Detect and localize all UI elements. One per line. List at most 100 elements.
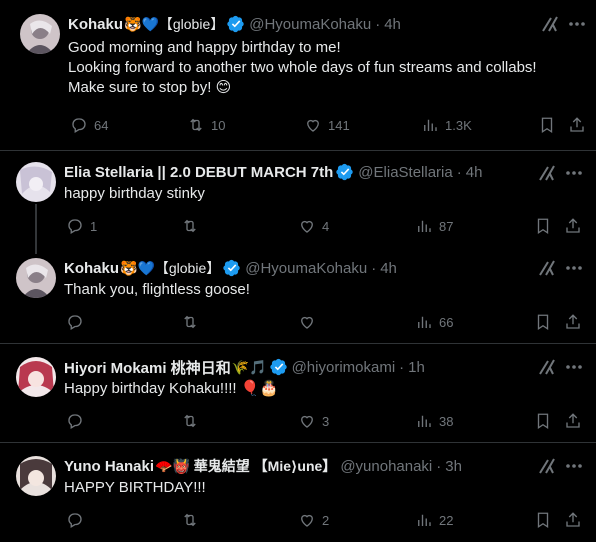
main-post[interactable]: Kohaku 🐯💙【globie】 @HyoumaKohaku · 4h Goo… [0, 0, 596, 150]
share-button[interactable] [564, 216, 582, 236]
reply-count: 64 [94, 117, 109, 133]
views-button[interactable]: 38 [415, 411, 453, 431]
reply-icon [68, 513, 82, 528]
repost-count: 10 [211, 117, 226, 133]
reply-button[interactable] [66, 510, 90, 530]
reply-post[interactable]: Yuno Hanaki 🪭👹 華鬼結望 【Mie⟩une】 @yunohanak… [0, 443, 596, 542]
views-button[interactable]: 1.3K [421, 115, 472, 135]
repost-button[interactable] [181, 312, 205, 332]
author-name[interactable]: Elia Stellaria || 2.0 DEBUT MARCH 7th [64, 164, 333, 181]
reply-button[interactable]: 1 [66, 216, 97, 236]
views-button[interactable]: 87 [415, 216, 453, 236]
repost-button[interactable] [181, 216, 205, 236]
timestamp[interactable]: 3h [445, 458, 462, 475]
share-button[interactable] [564, 312, 582, 332]
thread-connector [35, 204, 37, 254]
author-name[interactable]: Yuno Hanaki [64, 458, 154, 475]
like-button[interactable]: 2 [298, 510, 329, 530]
author-handle[interactable]: @yunohanaki [340, 458, 432, 475]
bookmark-icon [541, 117, 553, 134]
author-handle[interactable]: @EliaStellaria [358, 164, 452, 181]
reply-button[interactable] [66, 312, 90, 332]
repost-button[interactable]: 10 [187, 115, 225, 135]
more-icon[interactable] [564, 258, 584, 278]
separator-dot: · [375, 15, 381, 33]
repost-icon [184, 219, 196, 233]
reply-post[interactable]: Hiyori Mokami 桃神日和 🌾🎵 @hiyorimokami · 1h… [0, 344, 596, 442]
more-icon[interactable] [567, 14, 587, 34]
post-text: happy birthday stinky [64, 185, 205, 202]
bookmark-button[interactable] [534, 510, 552, 530]
bookmark-button[interactable] [534, 216, 552, 236]
avatar[interactable] [20, 14, 60, 54]
like-count: 4 [322, 218, 330, 234]
timestamp[interactable]: 4h [380, 260, 397, 277]
author-name[interactable]: Kohaku [64, 260, 119, 277]
verified-badge-icon [227, 15, 244, 33]
grok-icon[interactable] [537, 357, 557, 377]
separator-dot: · [399, 358, 405, 376]
grok-icon[interactable] [540, 14, 560, 34]
like-icon [301, 514, 313, 527]
post-text: Thank you, flightless goose! [64, 281, 250, 298]
more-icon[interactable] [564, 163, 584, 183]
timestamp[interactable]: 4h [466, 164, 483, 181]
avatar[interactable] [16, 162, 56, 202]
timestamp[interactable]: 4h [384, 16, 401, 33]
share-button[interactable] [564, 510, 582, 530]
reply-count: 1 [90, 218, 98, 234]
avatar[interactable] [16, 258, 56, 298]
like-count: 141 [328, 117, 350, 133]
views-count: 22 [439, 512, 454, 528]
views-count: 66 [439, 314, 454, 330]
author-name[interactable]: Kohaku [68, 16, 123, 33]
bookmark-button[interactable] [534, 411, 552, 431]
author-name[interactable]: Hiyori Mokami 桃神日和 [64, 357, 231, 378]
timestamp[interactable]: 1h [408, 359, 425, 376]
share-button[interactable] [564, 411, 582, 431]
views-icon [418, 514, 431, 526]
more-icon[interactable] [564, 357, 584, 377]
like-icon [301, 415, 313, 428]
grok-icon[interactable] [537, 258, 557, 278]
reply-button[interactable] [66, 411, 90, 431]
grok-icon[interactable] [537, 456, 557, 476]
author-handle[interactable]: @hiyorimokami [292, 359, 396, 376]
avatar[interactable] [16, 456, 56, 496]
bookmark-button[interactable] [538, 115, 556, 135]
bookmark-icon [537, 218, 549, 235]
reply-icon [68, 414, 82, 429]
bookmark-icon [537, 413, 549, 430]
bookmark-button[interactable] [534, 312, 552, 332]
views-icon [418, 220, 431, 232]
post-text: Happy birthday Kohaku!!!! 🎈🎂 [64, 380, 279, 397]
like-icon [307, 119, 319, 132]
reply-post[interactable]: Kohaku 🐯💙【globie】 @HyoumaKohaku · 4h Tha… [0, 248, 596, 342]
separator-dot: · [371, 259, 377, 277]
reply-icon [68, 219, 82, 234]
views-button[interactable]: 22 [415, 510, 453, 530]
reply-icon [68, 315, 82, 330]
more-icon[interactable] [564, 456, 584, 476]
author-handle[interactable]: @HyoumaKohaku [245, 260, 367, 277]
grok-icon[interactable] [537, 163, 557, 183]
repost-button[interactable] [181, 411, 205, 431]
author-name-emoji: 🐯💙【globie】 [120, 260, 221, 276]
repost-button[interactable] [181, 510, 205, 530]
views-icon [418, 415, 431, 427]
repost-icon [184, 513, 196, 527]
like-button[interactable] [298, 312, 322, 332]
like-button[interactable]: 141 [304, 115, 350, 135]
reply-button[interactable]: 64 [70, 115, 108, 135]
like-button[interactable]: 3 [298, 411, 329, 431]
reply-post[interactable]: Elia Stellaria || 2.0 DEBUT MARCH 7th @E… [0, 151, 596, 248]
author-handle[interactable]: @HyoumaKohaku [249, 16, 371, 33]
author-name-emoji: 🪭👹 華鬼結望 【Mie⟩une】 [155, 458, 337, 474]
separator-dot: · [456, 163, 462, 181]
like-button[interactable]: 4 [298, 216, 329, 236]
avatar[interactable] [16, 357, 56, 397]
views-count: 38 [439, 413, 454, 429]
share-button[interactable] [568, 115, 586, 135]
verified-badge-icon [223, 259, 240, 277]
views-button[interactable]: 66 [415, 312, 453, 332]
